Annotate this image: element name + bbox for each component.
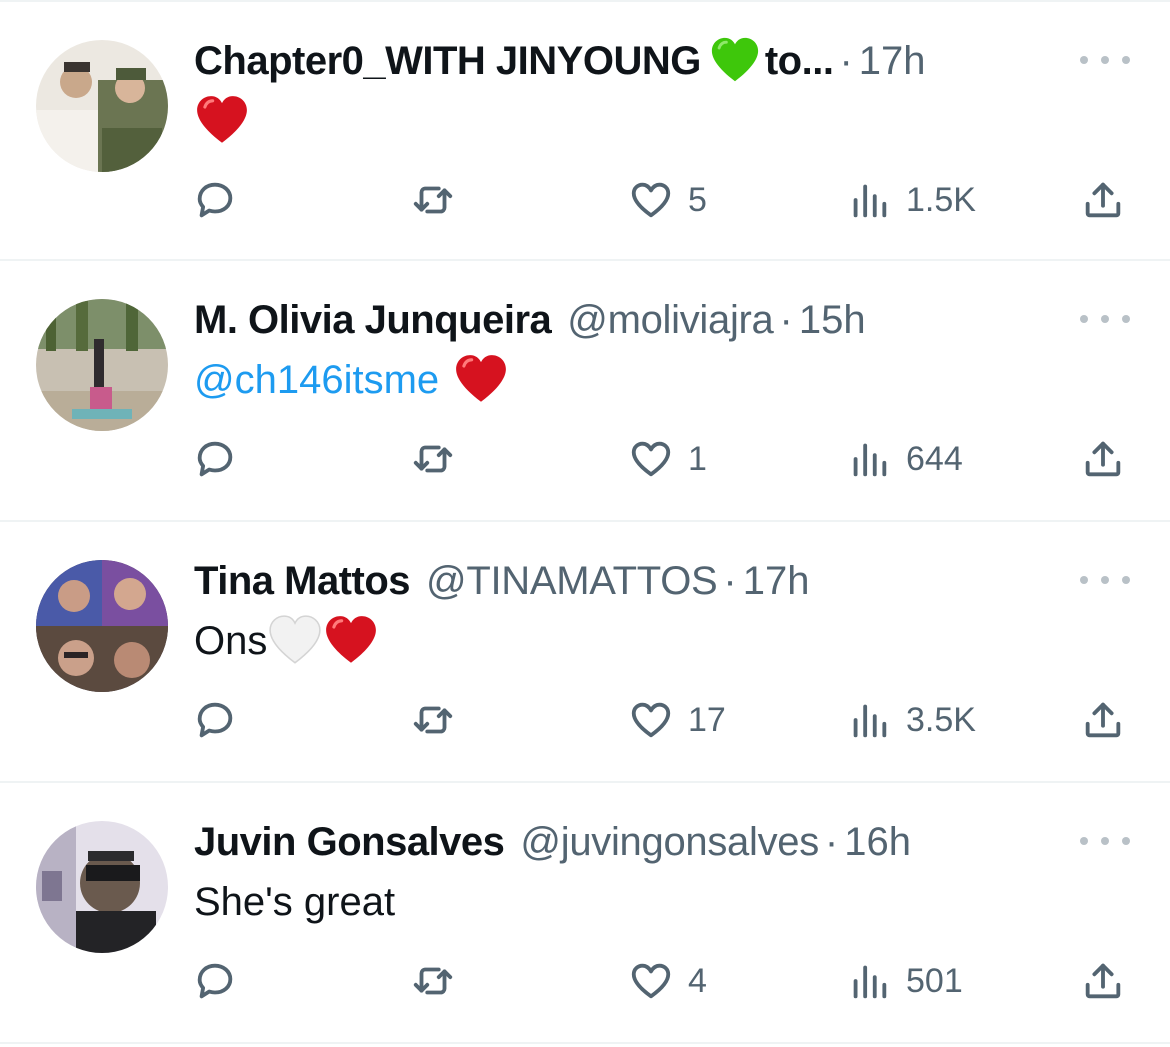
reply-button[interactable] [192, 170, 238, 230]
more-icon[interactable] [1080, 570, 1130, 590]
more-icon[interactable] [1080, 831, 1130, 851]
like-count: 5 [688, 180, 707, 219]
reply-icon [197, 963, 233, 999]
more-icon[interactable] [1080, 50, 1130, 70]
views-button[interactable]: 3.5K [846, 690, 976, 750]
timestamp[interactable]: 16h [844, 813, 911, 871]
tweet-header: M. Olivia Junqueira @moliviajra · 15h [194, 291, 1074, 349]
reply-icon [197, 441, 233, 477]
retweet-icon [413, 186, 453, 214]
share-button[interactable] [1080, 951, 1126, 1011]
views-icon [853, 443, 887, 477]
reply-feed: Chapter0_WITH JINYOUNG to... · 17h 5 1.5… [0, 0, 1170, 1047]
red-heart-icon [453, 352, 509, 408]
retweet-icon [413, 445, 453, 473]
reply-button[interactable] [192, 690, 238, 750]
like-count: 17 [688, 700, 726, 739]
timestamp[interactable]: 17h [743, 552, 810, 610]
views-icon [853, 704, 887, 738]
retweet-icon [413, 706, 453, 734]
display-name[interactable]: Chapter0_WITH JINYOUNG [194, 32, 701, 90]
display-name[interactable]: Tina Mattos [194, 552, 411, 610]
tweet-text: @ch146itsme [194, 351, 509, 409]
user-handle[interactable]: @juvingonsalves [520, 813, 819, 871]
tweet-header: Tina Mattos @TINAMATTOS · 17h [194, 552, 1074, 610]
share-button[interactable] [1080, 170, 1126, 230]
share-button[interactable] [1080, 690, 1126, 750]
retweet-button[interactable] [410, 690, 456, 750]
views-button[interactable]: 644 [846, 429, 963, 489]
tweet-actions: 1 644 [0, 429, 1170, 489]
more-icon[interactable] [1080, 309, 1130, 329]
views-icon [853, 965, 887, 999]
tweet-text: She's great [194, 873, 395, 931]
display-name-suffix[interactable]: to... [765, 32, 834, 90]
like-icon [631, 182, 671, 218]
tweet-text: Ons [194, 612, 379, 670]
tweet-text-content: She's great [194, 880, 396, 924]
share-button[interactable] [1080, 429, 1126, 489]
tweet-text-content: Ons [194, 619, 268, 663]
tweet-item[interactable]: Juvin Gonsalves @juvingonsalves · 16h Sh… [0, 783, 1170, 1044]
view-count: 3.5K [906, 700, 976, 739]
view-count: 501 [906, 961, 963, 1000]
view-count: 644 [906, 439, 963, 478]
reply-button[interactable] [192, 429, 238, 489]
red-heart-icon [194, 93, 250, 149]
separator-dot: · [839, 39, 853, 83]
avatar[interactable] [36, 560, 168, 692]
tweet-item[interactable]: Tina Mattos @TINAMATTOS · 17h Ons 17 3.5… [0, 522, 1170, 783]
user-handle[interactable]: @moliviajra [567, 291, 774, 349]
avatar[interactable] [36, 821, 168, 953]
white-heart-icon [267, 613, 323, 669]
like-icon [631, 702, 671, 738]
display-name[interactable]: Juvin Gonsalves [194, 813, 505, 871]
share-icon [1085, 702, 1121, 738]
like-icon [631, 963, 671, 999]
tweet-item[interactable]: M. Olivia Junqueira @moliviajra · 15h @c… [0, 261, 1170, 522]
reply-icon [197, 702, 233, 738]
retweet-button[interactable] [410, 429, 456, 489]
reply-button[interactable] [192, 951, 238, 1011]
tweet-actions: 17 3.5K [0, 690, 1170, 750]
tweet-item[interactable]: Chapter0_WITH JINYOUNG to... · 17h 5 1.5… [0, 0, 1170, 261]
retweet-button[interactable] [410, 951, 456, 1011]
views-icon [853, 184, 887, 218]
mention-link[interactable]: @ch146itsme [194, 351, 439, 409]
user-handle[interactable]: @TINAMATTOS [426, 552, 718, 610]
tweet-actions: 4 501 [0, 951, 1170, 1011]
timestamp[interactable]: 17h [859, 32, 926, 90]
avatar[interactable] [36, 40, 168, 172]
red-heart-icon [323, 613, 379, 669]
share-icon [1085, 182, 1121, 218]
share-icon [1085, 963, 1121, 999]
separator-dot: · [723, 559, 737, 603]
tweet-header: Juvin Gonsalves @juvingonsalves · 16h [194, 813, 1074, 871]
like-button[interactable]: 5 [628, 170, 707, 230]
display-name[interactable]: M. Olivia Junqueira [194, 291, 552, 349]
timestamp[interactable]: 15h [799, 291, 866, 349]
like-count: 4 [688, 961, 707, 1000]
retweet-button[interactable] [410, 170, 456, 230]
separator-dot: · [779, 298, 793, 342]
reply-icon [197, 182, 233, 218]
views-button[interactable]: 501 [846, 951, 963, 1011]
view-count: 1.5K [906, 180, 976, 219]
green-heart-icon [709, 35, 761, 87]
share-icon [1085, 441, 1121, 477]
like-button[interactable]: 17 [628, 690, 726, 750]
views-button[interactable]: 1.5K [846, 170, 976, 230]
tweet-actions: 5 1.5K [0, 170, 1170, 230]
separator-dot: · [824, 820, 839, 864]
tweet-header: Chapter0_WITH JINYOUNG to... · 17h [194, 32, 1074, 90]
like-button[interactable]: 1 [628, 429, 707, 489]
like-button[interactable]: 4 [628, 951, 707, 1011]
like-icon [631, 441, 671, 477]
retweet-icon [413, 967, 453, 995]
like-count: 1 [688, 439, 707, 478]
tweet-text [194, 92, 250, 150]
avatar[interactable] [36, 299, 168, 431]
